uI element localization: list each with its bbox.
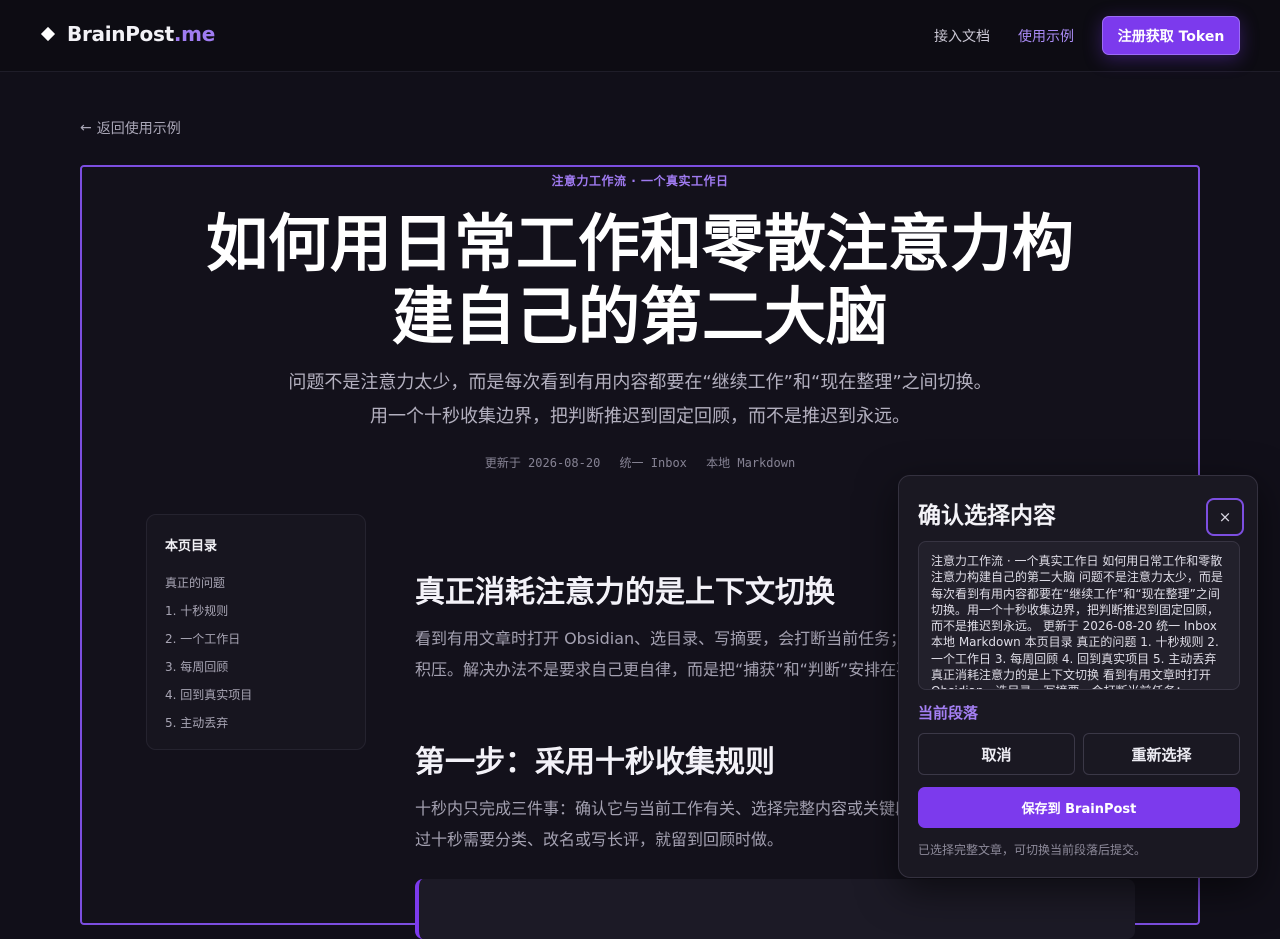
callout-block — [415, 879, 1135, 939]
nav-link-examples[interactable]: 使用示例 — [1018, 26, 1074, 46]
confirm-selection-dialog: 确认选择内容 × 注意力工作流 · 一个真实工作日 如何用日常工作和零散注意力构… — [898, 475, 1258, 878]
article-title-line-1: 如何用日常工作和零散注意力构 — [205, 207, 1074, 280]
article-title: 如何用日常工作和零散注意力构 建自己的第二大脑 — [182, 207, 1098, 353]
toc-title: 本页目录 — [165, 539, 218, 554]
current-paragraph-toggle[interactable]: 当前段落 — [918, 702, 978, 723]
toc-item[interactable]: 4. 回到真实项目 — [165, 686, 347, 714]
meta-markdown: 本地 Markdown — [706, 456, 796, 470]
toc-item[interactable]: 2. 一个工作日 — [165, 630, 347, 658]
section-heading: 真正消耗注意力的是上下文切换 — [415, 575, 835, 610]
meta-updated: 更新于 2026-08-20 — [484, 456, 601, 470]
section-heading: 第一步：采用十秒收集规则 — [415, 745, 775, 780]
paragraph-line: 过十秒需要分类、改名或写长评，就留到回顾时做。 — [415, 830, 784, 849]
reselect-button[interactable]: 重新选择 — [1083, 733, 1240, 775]
article-kicker: 注意力工作流 · 一个真实工作日 — [551, 174, 729, 188]
toc-item[interactable]: 1. 十秒规则 — [165, 602, 347, 630]
save-to-brainpost-button[interactable]: 保存到 BrainPost — [918, 787, 1240, 828]
dialog-title: 确认选择内容 — [918, 503, 1056, 529]
article-title-line-2: 建自己的第二大脑 — [391, 280, 888, 353]
toc-item[interactable]: 真正的问题 — [165, 574, 347, 602]
top-nav: BrainPost .me 接入文档 使用示例 注册获取 Token — [0, 0, 1280, 72]
table-of-contents: 本页目录 真正的问题 1. 十秒规则 2. 一个工作日 3. 每周回顾 4. 回… — [146, 514, 366, 750]
paragraph-line: 十秒内只完成三件事：确认它与当前工作有关、选择完整内容或关键段落 — [415, 799, 928, 818]
toc-item[interactable]: 3. 每周回顾 — [165, 658, 347, 686]
nav-link-docs[interactable]: 接入文档 — [934, 26, 990, 46]
close-icon: × — [1218, 508, 1232, 526]
arrow-left-icon: ← — [80, 120, 92, 136]
back-link[interactable]: ← 返回使用示例 — [80, 118, 181, 138]
article-subtitle-line-1: 问题不是注意力太少，而是每次看到有用内容都要在“继续工作”和“现在整理”之间切换… — [288, 372, 992, 393]
brand-logo[interactable]: BrainPost .me — [40, 22, 215, 46]
brand-tld: .me — [173, 22, 215, 46]
meta-inbox: 统一 Inbox — [619, 456, 687, 470]
close-button[interactable]: × — [1206, 498, 1244, 536]
article-subtitle: 问题不是注意力太少，而是每次看到有用内容都要在“继续工作”和“现在整理”之间切换… — [182, 366, 1098, 434]
selected-content-preview[interactable]: 注意力工作流 · 一个真实工作日 如何用日常工作和零散注意力构建自己的第二大脑 … — [918, 541, 1240, 690]
paragraph-line: 积压。解决办法不是要求自己更自律，而是把“捕获”和“判断”安排在不 — [415, 660, 913, 679]
cancel-button[interactable]: 取消 — [918, 733, 1075, 775]
back-link-label: 返回使用示例 — [96, 121, 181, 137]
paragraph-line: 看到有用文章时打开 Obsidian、选目录、写摘要，会打断当前任务； — [415, 629, 907, 648]
diamond-icon — [40, 26, 56, 42]
article-subtitle-line-2: 用一个十秒收集边界，把判断推迟到固定回顾，而不是推迟到永远。 — [370, 406, 910, 427]
selection-note: 已选择完整文章，可切换当前段落后提交。 — [918, 843, 1147, 857]
toc-item[interactable]: 5. 主动丢弃 — [165, 714, 347, 742]
brand-name: BrainPost — [67, 22, 174, 46]
register-token-button[interactable]: 注册获取 Token — [1102, 16, 1240, 55]
article-meta: 更新于 2026-08-20 统一 Inbox 本地 Markdown — [82, 454, 1198, 471]
